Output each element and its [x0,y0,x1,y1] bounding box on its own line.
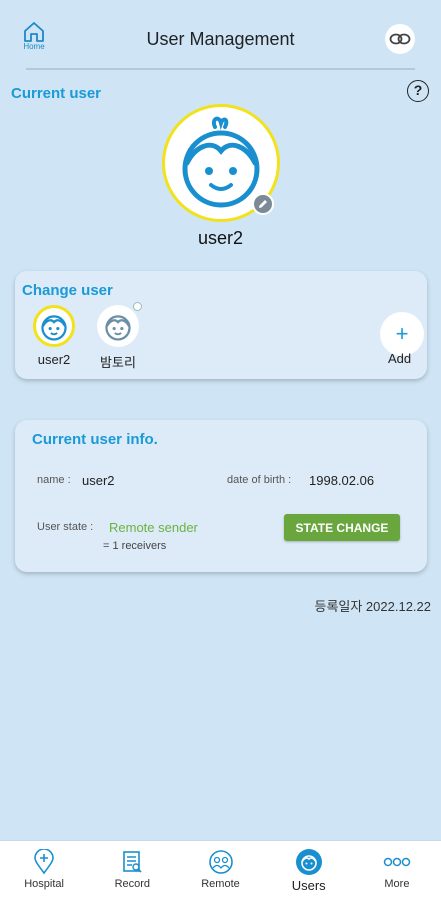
nav-label: More [384,878,410,890]
nav-hospital[interactable]: Hospital [0,841,88,900]
dob-label: date of birth : [227,474,292,486]
page-title: User Management [146,29,295,49]
user-state-value: Remote sender [109,520,198,535]
user-state-label: User state : [37,521,94,533]
user-chip-label: user2 [37,352,71,367]
record-icon [118,848,146,876]
app-header: Home User Management [0,0,441,72]
user-chip-user2[interactable]: user2 [31,305,77,367]
boy-face-icon [41,315,67,341]
nav-remote[interactable]: Remote [176,841,264,900]
add-user-button[interactable]: + [380,312,424,356]
current-user-heading: Current user [11,85,102,102]
state-change-button[interactable]: STATE CHANGE [284,514,400,541]
nav-label: Users [291,878,326,893]
current-user-name: user2 [197,228,244,248]
link-icon [389,33,411,45]
user-chip-avatar [33,305,75,347]
change-user-heading: Change user [22,282,113,299]
remote-users-icon [207,848,235,876]
link-button[interactable] [385,24,415,54]
nav-label: Record [114,878,151,890]
edit-avatar-button[interactable] [252,193,274,215]
user-chip-bamtori[interactable]: 밤토리 [95,302,142,371]
pencil-icon [259,200,267,208]
users-icon [295,848,323,876]
hospital-pin-icon [30,848,58,876]
user-chip-label: 밤토리 [100,355,136,370]
header-divider [26,68,415,70]
user-chip-avatar [97,302,142,347]
nav-label: Remote [201,878,240,890]
name-value: user2 [82,473,115,488]
boy-face-icon [105,315,131,341]
user-status-dot [133,302,142,311]
plus-icon: + [395,321,409,346]
nav-more[interactable]: More [353,841,441,900]
more-icon [383,848,411,876]
registration-date: 등록일자 2022.12.22 [314,599,431,614]
name-label: name : [37,474,71,486]
receivers-count: = 1 receivers [103,540,167,552]
help-button[interactable]: ? [407,80,429,102]
add-user-label: Add [388,351,412,366]
user-info-heading: Current user info. [32,431,158,448]
bottom-nav: Hospital Record Remote Users More [0,840,441,900]
dob-value: 1998.02.06 [309,473,375,488]
nav-label: Hospital [24,878,64,890]
nav-record[interactable]: Record [88,841,176,900]
nav-users[interactable]: Users [265,841,353,900]
